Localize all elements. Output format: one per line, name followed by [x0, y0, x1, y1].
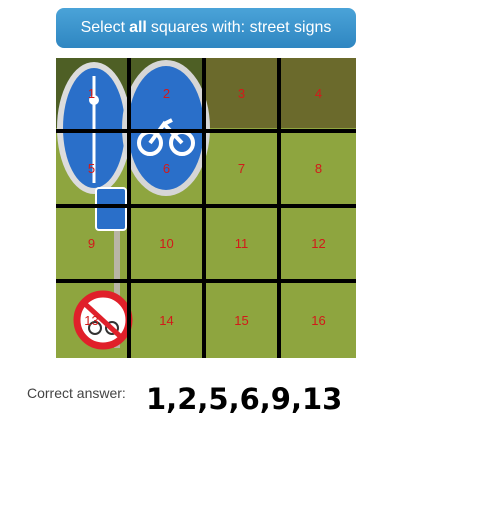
grid-cell-14[interactable]: 14 [131, 283, 206, 358]
grid-cell-number: 3 [237, 86, 246, 101]
correct-answer-value: 1,2,5,6,9,13 [146, 382, 343, 416]
grid-cell-number: 4 [314, 86, 323, 101]
correct-answer-label: Correct answer: [27, 385, 126, 401]
grid-cell-number: 14 [159, 313, 174, 328]
instruction-prefix: Select [80, 19, 126, 36]
grid-cell-number: 9 [87, 236, 96, 251]
grid-cell-1[interactable]: 1 [56, 58, 131, 133]
grid-cell-15[interactable]: 15 [206, 283, 281, 358]
grid-cell-number: 2 [162, 86, 171, 101]
grid-cell-13[interactable]: 13 [56, 283, 131, 358]
grid-cell-number: 7 [237, 161, 246, 176]
grid-cell-number: 10 [159, 236, 174, 251]
grid-cell-number: 8 [314, 161, 323, 176]
grid-cell-11[interactable]: 11 [206, 208, 281, 283]
grid-cell-number: 11 [234, 236, 249, 251]
grid-cell-2[interactable]: 2 [131, 58, 206, 133]
grid-cell-7[interactable]: 7 [206, 133, 281, 208]
grid-cell-number: 6 [162, 161, 171, 176]
grid-cell-number: 16 [311, 313, 326, 328]
grid-cell-number: 12 [311, 236, 326, 251]
grid-cell-number: 13 [84, 313, 99, 328]
grid-cells: 1 2 3 4 5 6 7 8 9 10 11 12 13 14 15 16 [56, 58, 356, 358]
captcha-image-grid: 1 2 3 4 5 6 7 8 9 10 11 12 13 14 15 16 [56, 58, 356, 358]
grid-cell-4[interactable]: 4 [281, 58, 356, 133]
instruction-emphasis: all [129, 19, 147, 36]
grid-cell-number: 5 [87, 161, 96, 176]
captcha-instruction-banner: Select all squares with: street signs [56, 8, 356, 48]
grid-cell-10[interactable]: 10 [131, 208, 206, 283]
grid-cell-9[interactable]: 9 [56, 208, 131, 283]
grid-cell-8[interactable]: 8 [281, 133, 356, 208]
instruction-suffix: squares with: street signs [150, 19, 332, 36]
grid-cell-12[interactable]: 12 [281, 208, 356, 283]
grid-cell-16[interactable]: 16 [281, 283, 356, 358]
grid-cell-3[interactable]: 3 [206, 58, 281, 133]
grid-cell-number: 1 [87, 86, 96, 101]
grid-cell-number: 15 [234, 313, 249, 328]
grid-cell-6[interactable]: 6 [131, 133, 206, 208]
grid-cell-5[interactable]: 5 [56, 133, 131, 208]
